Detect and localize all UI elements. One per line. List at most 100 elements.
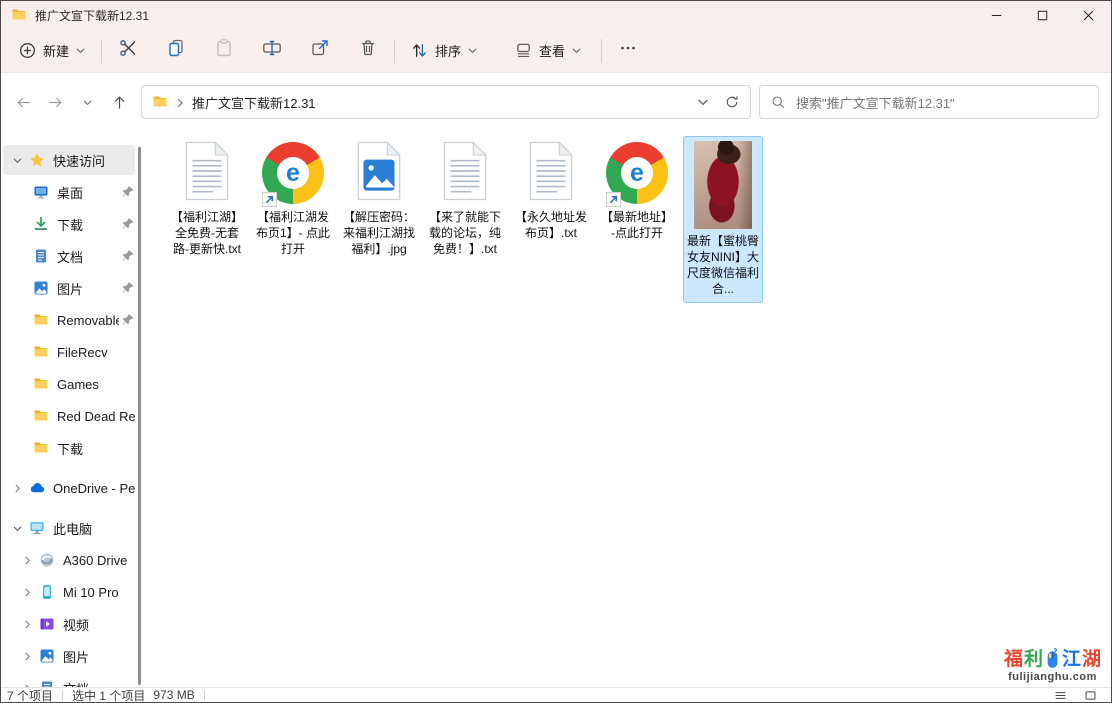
scrollbar-thumb[interactable] <box>138 147 141 685</box>
chevron-right-icon[interactable] <box>19 616 35 632</box>
file-tile-7[interactable]: 最新【蜜桃臀女友NINI】大尺度微信福利合... <box>683 136 763 303</box>
share-button[interactable] <box>300 34 340 68</box>
sidebar-item-FileRecv[interactable]: FileRecv <box>3 337 135 367</box>
browser-e-logo: e <box>621 157 653 189</box>
sidebar-item-label: Games <box>57 377 135 392</box>
file-tile-3[interactable]: 【解压密码：来福利江湖找福利】.jpg <box>339 136 419 263</box>
chevron-right-icon[interactable] <box>19 680 35 687</box>
chevron-right-icon[interactable] <box>19 552 35 568</box>
delete-icon <box>358 38 378 63</box>
close-button[interactable] <box>1065 1 1111 29</box>
sidebar-item-下载[interactable]: 下载 <box>3 209 135 239</box>
shortcut-arrow-icon <box>262 192 277 207</box>
document-icon <box>33 248 49 264</box>
toolbar-actions <box>108 34 388 68</box>
sidebar-item-视频[interactable]: 视频 <box>3 609 135 639</box>
text-file-icon <box>527 141 575 206</box>
sidebar-scrollbar[interactable] <box>136 145 144 685</box>
chevron-right-icon[interactable] <box>19 584 35 600</box>
sidebar-item-图片[interactable]: 图片 <box>3 273 135 303</box>
watermark-char: 福 <box>1004 650 1023 669</box>
up-button[interactable] <box>103 86 135 118</box>
sidebar-item-label: 文档 <box>57 247 119 266</box>
breadcrumb-chevron-icon <box>174 96 186 108</box>
chevron-down-icon[interactable] <box>9 520 25 536</box>
sidebar-item-OneDrive - Pers[interactable]: OneDrive - Pers <box>3 473 135 503</box>
sidebar-item-下载[interactable]: 下载 <box>3 433 135 463</box>
file-list-area[interactable]: 【福利江湖】全免费-无套路-更新快.txte【福利江湖发布页1】- 点此打开【解… <box>147 131 1111 687</box>
view-button[interactable]: 查看 <box>505 34 591 67</box>
folder-icon <box>33 376 49 392</box>
file-tile-4[interactable]: 【来了就能下载的论坛，纯免费！】.txt <box>425 136 505 263</box>
status-divider <box>204 690 205 701</box>
copy-icon <box>166 38 186 63</box>
sidebar-item-文档[interactable]: 文档 <box>3 241 135 271</box>
rename-button[interactable] <box>252 34 292 68</box>
refresh-icon[interactable] <box>724 94 740 110</box>
mouse-icon <box>1045 648 1060 670</box>
phone-icon <box>39 584 55 600</box>
minimize-button[interactable] <box>973 1 1019 29</box>
file-name: 【来了就能下载的论坛，纯免费！】.txt <box>427 207 503 260</box>
details-view-toggle[interactable] <box>1051 688 1069 702</box>
sidebar-item-快速访问[interactable]: 快速访问 <box>3 145 135 175</box>
large-icons-view-toggle[interactable] <box>1081 688 1099 702</box>
list-view-icon <box>1053 689 1068 702</box>
sidebar-item-Mi 10 Pro[interactable]: Mi 10 Pro <box>3 577 135 607</box>
sidebar-item-Red Dead Red[interactable]: Red Dead Red <box>3 401 135 431</box>
pictures-icon <box>39 648 55 664</box>
selection-size: 973 MB <box>153 688 194 702</box>
navigation-pane: 快速访问桌面下载文档图片RemovableFileRecvGamesRed De… <box>1 131 147 687</box>
search-input[interactable]: 搜索"推广文宣下载新12.31" <box>759 85 1099 119</box>
view-layout-icon <box>514 41 533 60</box>
file-name: 【福利江湖发布页1】- 点此打开 <box>255 207 331 260</box>
address-dropdown-icon[interactable] <box>696 95 710 109</box>
file-name: 最新【蜜桃臀女友NINI】大尺度微信福利合... <box>685 231 761 300</box>
toolbar-divider <box>101 39 102 63</box>
onedrive-icon <box>29 480 45 496</box>
sidebar-item-label: 图片 <box>63 647 135 666</box>
toolbar-divider <box>394 39 395 63</box>
selection-count: 选中 1 个项目 <box>72 687 145 703</box>
window-title: 推广文宣下载新12.31 <box>35 7 973 24</box>
sidebar-item-label: 图片 <box>57 279 119 298</box>
status-bar: 7 个项目 选中 1 个项目 973 MB <box>1 687 1111 702</box>
cut-button[interactable] <box>108 34 148 68</box>
sidebar-item-此电脑[interactable]: 此电脑 <box>3 513 135 543</box>
file-tile-1[interactable]: 【福利江湖】全免费-无套路-更新快.txt <box>167 136 247 263</box>
file-tile-6[interactable]: e【最新地址】-点此打开 <box>597 136 677 247</box>
chevron-right-icon[interactable] <box>19 648 35 664</box>
more-options-button[interactable] <box>608 34 648 68</box>
address-row: 推广文宣下载新12.31 搜索"推广文宣下载新12.31" <box>1 73 1111 131</box>
forward-button[interactable] <box>39 86 71 118</box>
address-bar[interactable]: 推广文宣下载新12.31 <box>141 85 751 119</box>
chevron-down-icon <box>75 45 86 56</box>
copy-button[interactable] <box>156 34 196 68</box>
sidebar-item-Games[interactable]: Games <box>3 369 135 399</box>
sort-button[interactable]: 排序 <box>401 34 487 67</box>
video-icon <box>39 616 55 632</box>
sidebar-item-Removable[interactable]: Removable <box>3 305 135 335</box>
pin-icon <box>121 185 135 199</box>
sidebar-item-A360 Drive[interactable]: A360 Drive <box>3 545 135 575</box>
chevron-right-icon[interactable] <box>9 480 25 496</box>
chevron-down-icon[interactable] <box>9 152 25 168</box>
file-tile-2[interactable]: e【福利江湖发布页1】- 点此打开 <box>253 136 333 263</box>
folder-icon <box>33 440 49 456</box>
sidebar-item-label: Mi 10 Pro <box>63 585 135 600</box>
history-dropdown-button[interactable] <box>71 86 103 118</box>
sidebar-item-文档[interactable]: 文档 <box>3 673 135 687</box>
maximize-button[interactable] <box>1019 1 1065 29</box>
delete-button[interactable] <box>348 34 388 68</box>
chevron-down-icon <box>571 45 582 56</box>
new-button[interactable]: 新建 <box>9 34 95 67</box>
a360-icon <box>39 552 55 568</box>
photo-thumbnail <box>694 141 752 229</box>
titlebar: 推广文宣下载新12.31 <box>1 1 1111 29</box>
file-tile-5[interactable]: 【永久地址发布页】.txt <box>511 136 591 247</box>
sidebar-item-桌面[interactable]: 桌面 <box>3 177 135 207</box>
breadcrumb-path[interactable]: 推广文宣下载新12.31 <box>192 93 696 112</box>
star-icon <box>29 152 45 168</box>
back-button[interactable] <box>7 86 39 118</box>
sidebar-item-图片[interactable]: 图片 <box>3 641 135 671</box>
